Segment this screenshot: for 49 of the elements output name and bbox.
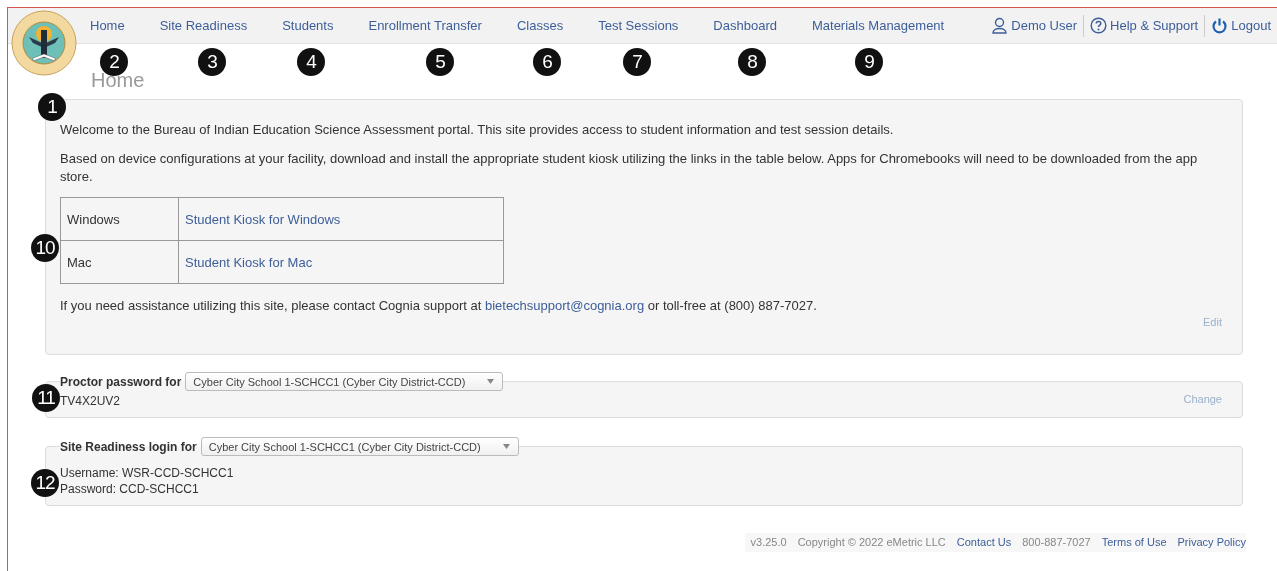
dropdown-caret-icon — [502, 444, 510, 449]
proctor-password-label: Proctor password for — [60, 374, 182, 389]
callout-number: 4 — [297, 48, 325, 76]
footer-text: 800-887-7027 — [1022, 536, 1091, 548]
contact-text: If you need assistance utilizing this site, please contact Cognia support at bietechsupport@cognia.org or toll-free at (800) 887-7027. — [60, 297, 818, 315]
callout-number: 11 — [32, 384, 60, 412]
nav-link[interactable]: Home — [90, 18, 125, 33]
nav-link[interactable]: Students — [282, 18, 334, 33]
login-credential-text: Password: CCD-SCHCC1 — [60, 481, 199, 497]
callout-number: 1 — [38, 93, 66, 121]
callout-number: 7 — [623, 48, 651, 76]
callout-number: 10 — [31, 234, 59, 262]
footer-link[interactable]: Terms of Use — [1101, 536, 1167, 548]
site-readiness-label: Site Readiness login for — [60, 439, 197, 454]
footer-link[interactable]: Contact Us — [956, 536, 1012, 548]
callout-number: 8 — [738, 48, 766, 76]
footer-link[interactable]: Privacy Policy — [1177, 536, 1246, 548]
proctor-password-value: TV4X2UV2 — [60, 393, 121, 409]
nav-link[interactable]: Dashboard — [713, 18, 777, 33]
user-link[interactable]: Demo User — [985, 14, 1084, 37]
login-credential-text: Username: WSR-CCD-SCHCC1 — [60, 465, 234, 481]
bureau-logo-icon — [11, 10, 77, 76]
callout-number: 6 — [533, 48, 561, 76]
callout-number: 9 — [855, 48, 883, 76]
callout-number: 5 — [426, 48, 454, 76]
footer-text: Copyright © 2022 eMetric LLC — [797, 536, 946, 548]
intro-text: Based on device configurations at your facility, download and install the appropriate student kiosk utilizing the links in the table below. Apps for Chromebooks will need to be downloaded from the app store. — [60, 150, 1199, 186]
kiosk-download-link[interactable]: Student Kiosk for Windows — [185, 211, 341, 227]
dropdown-caret-icon — [487, 379, 495, 384]
logout-link[interactable]: Logout — [1204, 14, 1277, 37]
school-dropdown[interactable]: Cyber City School 1-SCHCC1 (Cyber City District-CCD) — [200, 437, 519, 456]
nav-link[interactable]: Materials Management — [811, 18, 945, 33]
platform-cell: Mac — [60, 240, 179, 284]
nav-link[interactable]: Test Sessions — [598, 18, 679, 33]
intro-text: Welcome to the Bureau of Indian Education Science Assessment portal. This site provides access to student information and test session details. — [60, 121, 895, 139]
platform-cell: Windows — [60, 197, 179, 241]
kiosk-download-link[interactable]: Student Kiosk for Mac — [185, 254, 313, 270]
user-icon — [991, 17, 1009, 34]
help-icon — [1090, 17, 1108, 34]
nav-link[interactable]: Site Readiness — [159, 18, 248, 33]
callout-number: 12 — [31, 469, 59, 497]
callout-number: 3 — [198, 48, 226, 76]
footer-text: v3.25.0 — [750, 536, 787, 548]
help-link[interactable]: Help & Support — [1083, 14, 1205, 37]
email-link[interactable]: bietechsupport@cognia.org — [484, 298, 645, 313]
school-dropdown[interactable]: Cyber City School 1-SCHCC1 (Cyber City District-CCD) — [185, 372, 504, 391]
nav-link[interactable]: Enrollment Transfer — [368, 18, 482, 33]
nav-link[interactable]: Classes — [516, 18, 564, 33]
power-icon — [1211, 17, 1229, 34]
